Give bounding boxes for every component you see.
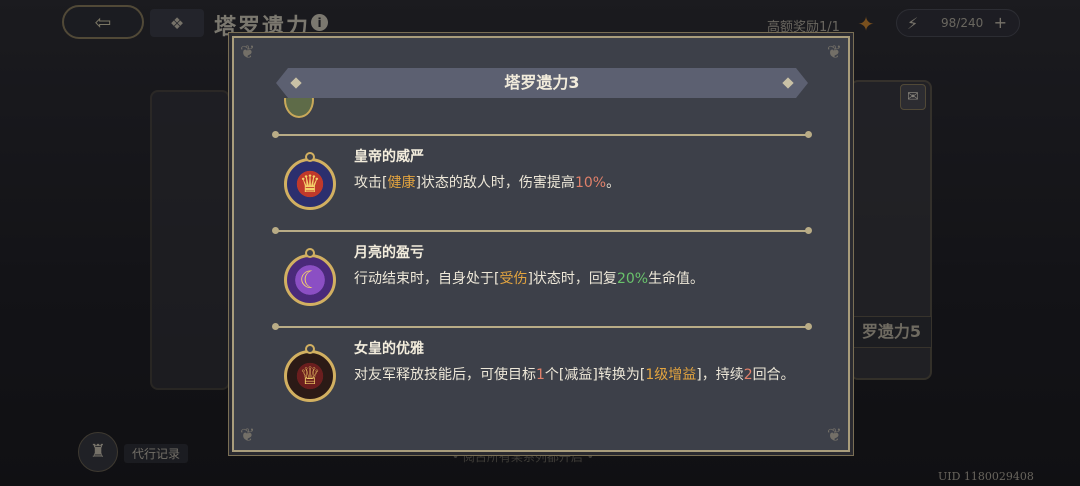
skill-description: 行动结束时，自身处于[受伤]状态时，回复20%生命值。 xyxy=(354,271,705,287)
corner-ornament-icon: ❦ xyxy=(240,425,256,446)
moon-badge-icon: ☾ xyxy=(282,248,338,308)
skill-item: ♛ 皇帝的威严 攻击[健康]状态的敌人时，伤害提高10%。 xyxy=(276,142,816,222)
skill-item: ♕ 女皇的优雅 对友军释放技能后，可使目标1个[减益]转换为[1级增益]，持续2… xyxy=(276,334,816,414)
corner-ornament-icon: ❦ xyxy=(826,425,842,446)
skill-description: 对友军释放技能后，可使目标1个[减益]转换为[1级增益]，持续2回合。 xyxy=(354,367,795,383)
skill-name: 月亮的盈亏 xyxy=(354,245,424,261)
corner-ornament-icon: ❦ xyxy=(826,42,842,63)
skill-description: 攻击[健康]状态的敌人时，伤害提高10%。 xyxy=(354,175,621,191)
skill-name: 皇帝的威严 xyxy=(354,149,424,165)
partial-badge-icon xyxy=(284,98,314,122)
skill-name: 女皇的优雅 xyxy=(354,341,424,357)
divider xyxy=(272,131,812,138)
emperor-crown-badge-icon: ♛ xyxy=(282,152,338,212)
modal-title: 塔罗遗力3 xyxy=(504,73,580,92)
modal-header: 塔罗遗力3 xyxy=(276,68,808,98)
skill-detail-modal: ❦ ❦ ❦ ❦ 塔罗遗力3 ♛ 皇帝的威严 攻击[健康]状态的敌人时，伤害提高1… xyxy=(232,36,850,452)
divider xyxy=(272,323,812,330)
divider xyxy=(272,227,812,234)
corner-ornament-icon: ❦ xyxy=(240,42,256,63)
empress-crown-badge-icon: ♕ xyxy=(282,344,338,404)
skill-item: ☾ 月亮的盈亏 行动结束时，自身处于[受伤]状态时，回复20%生命值。 xyxy=(276,238,816,318)
